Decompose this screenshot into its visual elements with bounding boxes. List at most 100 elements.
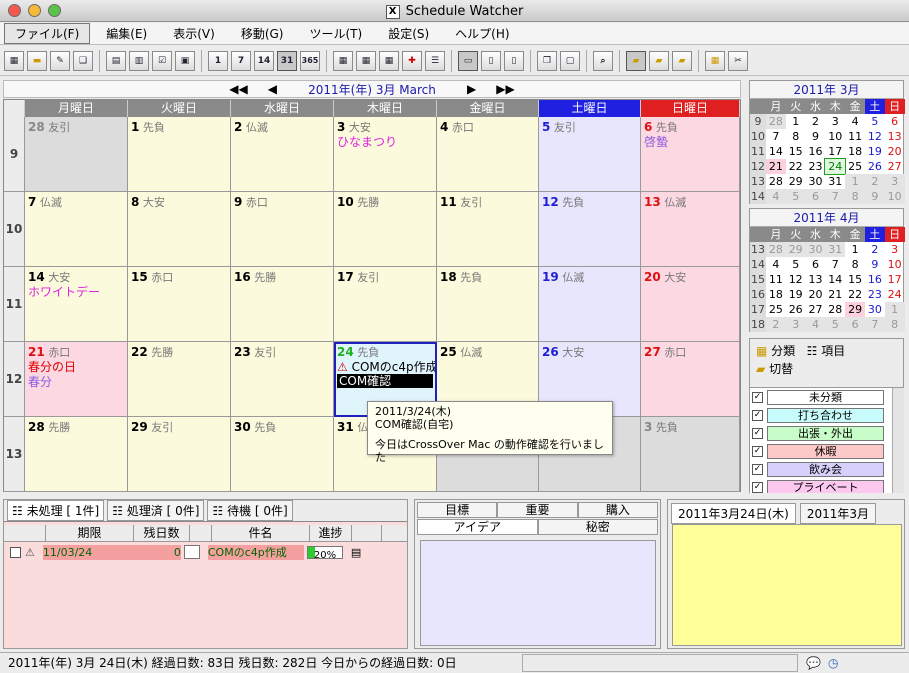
mini-day[interactable]: 28 (766, 242, 786, 257)
mini-day[interactable]: 1 (884, 302, 905, 317)
mini-day[interactable]: 17 (885, 272, 905, 287)
folder-icon[interactable]: ▬ (27, 50, 47, 71)
close-window-button[interactable] (8, 4, 21, 17)
menu-help[interactable]: ヘルプ(H) (445, 24, 519, 43)
mini-day[interactable]: 13 (885, 129, 905, 144)
calendar-day-cell[interactable]: 16 先勝 (231, 267, 334, 342)
mini-day[interactable]: 29 (786, 174, 806, 189)
col-due[interactable]: 期限 (46, 525, 134, 541)
mini-day[interactable]: 10 (825, 129, 845, 144)
mini-day[interactable]: 8 (884, 317, 905, 332)
category-row[interactable]: ✓ 飲み会 (750, 460, 904, 478)
layout-b-icon[interactable]: ▦ (356, 50, 376, 71)
category-scrollbar[interactable] (892, 388, 904, 493)
mini-day[interactable]: 8 (845, 257, 865, 272)
prev-month-button[interactable]: ◀ (268, 82, 277, 96)
mini-day[interactable]: 16 (865, 272, 885, 287)
folder-stack-icon[interactable]: ▰ (672, 50, 692, 71)
category-label[interactable]: 出張・外出 (767, 425, 884, 441)
mini-week-number[interactable]: 10 (750, 129, 766, 144)
next-year-button[interactable]: ▶▶ (496, 82, 514, 96)
calendar-day-cell[interactable]: 20 大安 (641, 267, 740, 342)
category-row[interactable]: ✓ 未分類 (750, 388, 904, 406)
col-subject[interactable]: 件名 (212, 525, 310, 541)
zoom-window-button[interactable] (48, 4, 61, 17)
mini-day[interactable]: 2 (865, 242, 885, 257)
mini-day[interactable]: 28 (766, 114, 786, 129)
mini-day[interactable]: 1 (845, 174, 865, 189)
tab-day-note[interactable]: 2011年3月24日(木) (671, 503, 796, 524)
mini-day[interactable]: 5 (825, 317, 846, 332)
mini-day[interactable]: 14 (766, 144, 786, 159)
mini-day[interactable]: 23 (865, 287, 885, 302)
mini-day[interactable]: 4 (805, 317, 826, 332)
mini-day[interactable]: 7 (825, 189, 846, 204)
prev-year-button[interactable]: ◀◀ (229, 82, 247, 96)
mini-week-number[interactable]: 9 (750, 114, 766, 129)
mini-day[interactable]: 4 (845, 114, 865, 129)
menu-view[interactable]: 表示(V) (163, 24, 225, 43)
mini-day[interactable]: 26 (786, 302, 806, 317)
calendar-day-cell[interactable]: 11 友引 (437, 192, 539, 267)
category-icon[interactable]: ▦ (705, 50, 725, 71)
calendar-day-cell[interactable]: 23 友引 (231, 342, 334, 417)
mini-day[interactable]: 10 (885, 257, 905, 272)
week-number[interactable]: 11 (4, 267, 25, 342)
event-item[interactable]: COM確認 (337, 374, 433, 388)
mini-day[interactable]: 26 (865, 159, 885, 174)
menu-settings[interactable]: 設定(S) (378, 24, 439, 43)
todo-view-icon[interactable]: ☑ (152, 50, 172, 71)
mini-day[interactable]: 15 (845, 272, 865, 287)
menu-tools[interactable]: ツール(T) (299, 24, 372, 43)
mini-day[interactable]: 12 (786, 272, 806, 287)
mini-day[interactable]: 12 (865, 129, 885, 144)
category-checkbox[interactable]: ✓ (752, 445, 763, 457)
mini-day[interactable]: 22 (786, 159, 806, 174)
mini-day[interactable]: 16 (806, 144, 826, 159)
tab-idea[interactable]: アイデア (417, 519, 538, 535)
mini-day[interactable]: 31 (825, 242, 846, 257)
menu-edit[interactable]: 編集(E) (96, 24, 157, 43)
mini-day[interactable]: 2 (766, 317, 786, 332)
task-row[interactable]: ⚠ 11/03/24 0 COMのc4p作成 20% ▤ (4, 544, 407, 561)
mini-day[interactable]: 6 (885, 114, 905, 129)
mini-calendar-title[interactable]: 2011年 4月 (750, 209, 903, 227)
mini-week-number[interactable]: 17 (750, 302, 766, 317)
tab-category[interactable]: ▦ 分類 (756, 344, 795, 358)
mini-day[interactable]: 14 (825, 272, 845, 287)
mini-day[interactable]: 18 (845, 144, 865, 159)
tools-icon[interactable]: ✂ (728, 50, 748, 71)
category-row[interactable]: ✓ プライベート (750, 478, 904, 493)
calendar-day-cell[interactable]: 8 大安 (128, 192, 231, 267)
mini-day[interactable]: 15 (786, 144, 806, 159)
calendar-day-cell[interactable]: 7 仏滅 (25, 192, 128, 267)
mini-day[interactable]: 20 (806, 287, 826, 302)
clock-icon[interactable]: ◷ (828, 653, 838, 673)
calendar-day-cell[interactable]: 22 先勝 (128, 342, 231, 417)
mini-day[interactable]: 29 (845, 302, 865, 317)
tab-waiting[interactable]: ☷ 待機 [ 0件] (207, 500, 293, 521)
pane-split-icon[interactable]: ▯ (481, 50, 501, 71)
calendar-day-cell[interactable]: 14 大安 ホワイトデー (25, 267, 128, 342)
day-note-textarea[interactable] (672, 524, 902, 646)
week-number[interactable]: 10 (4, 192, 25, 267)
mini-day[interactable]: 24 (824, 158, 847, 175)
calendar-day-cell[interactable]: 3 先負 (641, 417, 740, 492)
mini-day[interactable]: 5 (785, 189, 806, 204)
mini-day[interactable]: 29 (785, 242, 806, 257)
mini-week-number[interactable]: 16 (750, 287, 766, 302)
calendar-day-cell[interactable]: 12 先負 (539, 192, 641, 267)
category-checkbox[interactable]: ✓ (752, 463, 763, 475)
mini-day[interactable]: 7 (825, 257, 845, 272)
mini-day[interactable]: 18 (766, 287, 786, 302)
category-checkbox[interactable]: ✓ (752, 481, 763, 493)
category-row[interactable]: ✓ 休暇 (750, 442, 904, 460)
day-7-button[interactable]: 7 (231, 50, 251, 71)
week-number[interactable]: 12 (4, 342, 25, 417)
next-month-button[interactable]: ▶ (467, 82, 476, 96)
mini-day[interactable]: 9 (806, 129, 826, 144)
mini-day[interactable]: 22 (845, 287, 865, 302)
calendar-day-cell[interactable]: 18 先負 (437, 267, 539, 342)
mini-day[interactable]: 11 (766, 272, 786, 287)
calendar-day-cell[interactable]: 19 仏滅 (539, 267, 641, 342)
